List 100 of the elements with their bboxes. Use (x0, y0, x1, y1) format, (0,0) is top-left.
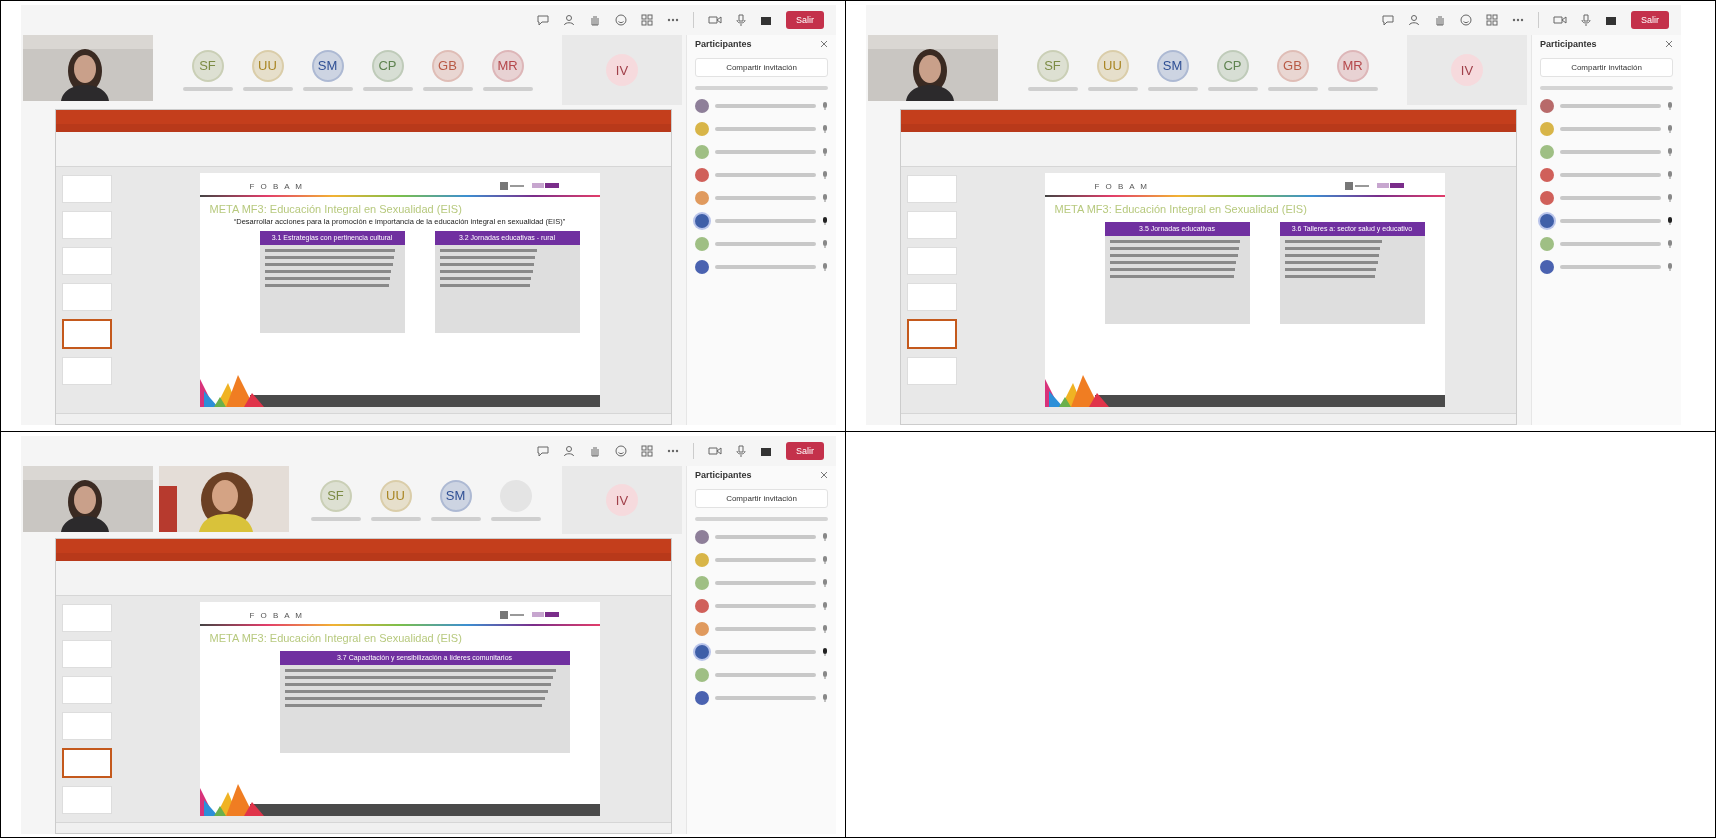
leave-button[interactable]: Salir (1631, 11, 1669, 29)
avatar: SF (191, 49, 224, 82)
chat-icon[interactable] (537, 445, 549, 457)
smiley-icon[interactable] (1460, 14, 1472, 26)
avatar: SF (1036, 49, 1069, 82)
video-tile: IV (1407, 35, 1527, 105)
mic-icon (1667, 194, 1673, 202)
mic-icon (822, 171, 828, 179)
share-icon[interactable] (1605, 14, 1617, 26)
people-icon[interactable] (563, 14, 575, 26)
avatar: GB (431, 49, 464, 82)
camera-icon[interactable] (708, 15, 722, 25)
name-label-drawing (302, 86, 353, 91)
mic-icon (1667, 148, 1673, 156)
grid-icon[interactable] (641, 14, 653, 26)
mic-icon (822, 694, 828, 702)
more-icon[interactable] (667, 449, 679, 453)
close-icon[interactable] (820, 471, 828, 479)
avatar: MR (491, 49, 524, 82)
chat-icon[interactable] (1382, 14, 1394, 26)
grid-icon[interactable] (1486, 14, 1498, 26)
mic-icon (1667, 240, 1673, 248)
avatar: CP (371, 49, 404, 82)
avatar: CP (1216, 49, 1249, 82)
avatar: SF (319, 479, 352, 512)
people-icon[interactable] (1408, 14, 1420, 26)
mic-icon (822, 533, 828, 541)
name-label-drawing (1207, 86, 1258, 91)
close-icon[interactable] (1665, 40, 1673, 48)
mic-icon (822, 102, 828, 110)
name-label-drawing (370, 516, 421, 521)
name-label-drawing (1147, 86, 1198, 91)
slide-thumbnail[interactable] (62, 748, 112, 778)
chat-icon[interactable] (537, 14, 549, 26)
name-label-drawing (1327, 86, 1378, 91)
mic-icon (1667, 125, 1673, 133)
mic-icon[interactable] (1581, 14, 1591, 26)
smiley-icon[interactable] (615, 14, 627, 26)
share-icon[interactable] (760, 445, 772, 457)
name-label-drawing (1027, 86, 1078, 91)
mic-icon (822, 625, 828, 633)
slide-title: META MF3: Educación Integral en Sexualidad (EIS) (208, 631, 463, 646)
mic-icon (1667, 171, 1673, 179)
mic-icon (1667, 102, 1673, 110)
slide-thumbnail[interactable] (907, 319, 957, 349)
invite-button[interactable]: Compartir invitación (695, 489, 828, 508)
logo-icon (499, 181, 560, 191)
mic-icon (822, 240, 828, 248)
name-label-drawing (182, 86, 233, 91)
avatar: UU (251, 49, 284, 82)
close-icon[interactable] (820, 40, 828, 48)
avatar: SM (439, 479, 472, 512)
mic-icon (822, 148, 828, 156)
name-label-drawing (490, 516, 541, 521)
name-label-drawing (242, 86, 293, 91)
avatar: MR (1336, 49, 1369, 82)
name-label-drawing (422, 86, 473, 91)
more-icon[interactable] (667, 18, 679, 22)
people-icon[interactable] (563, 445, 575, 457)
panel-title: Participantes (695, 39, 752, 49)
hand-icon[interactable] (589, 445, 601, 457)
logo-icon (1344, 181, 1405, 191)
camera-icon[interactable] (708, 446, 722, 456)
name-label-drawing (482, 86, 533, 91)
slide-title: META MF3: Educación Integral en Sexualidad (EIS) (208, 202, 463, 217)
leave-button[interactable]: Salir (786, 442, 824, 460)
hand-icon[interactable] (589, 14, 601, 26)
hand-icon[interactable] (1434, 14, 1446, 26)
mic-icon (1667, 263, 1673, 271)
grid-icon[interactable] (641, 445, 653, 457)
name-label-drawing (310, 516, 361, 521)
mic-icon (822, 602, 828, 610)
panel-title: Participantes (695, 470, 752, 480)
camera-icon[interactable] (1553, 15, 1567, 25)
brand-logo: F O B A M (249, 610, 304, 620)
mic-icon (1667, 217, 1673, 225)
mic-icon (822, 648, 828, 656)
more-icon[interactable] (1512, 18, 1524, 22)
mic-icon (822, 217, 828, 225)
invite-button[interactable]: Compartir invitación (1540, 58, 1673, 77)
avatar: SM (311, 49, 344, 82)
name-label-drawing (1267, 86, 1318, 91)
brand-logo: F O B A M (1094, 181, 1149, 191)
invite-button[interactable]: Compartir invitación (695, 58, 828, 77)
mic-icon[interactable] (736, 445, 746, 457)
mic-icon (822, 194, 828, 202)
mic-icon (822, 579, 828, 587)
avatar: UU (1096, 49, 1129, 82)
logo-icon (499, 610, 560, 620)
brand-logo: F O B A M (249, 181, 304, 191)
avatar: GB (1276, 49, 1309, 82)
name-label-drawing (430, 516, 481, 521)
avatar: SM (1156, 49, 1189, 82)
slide-thumbnail[interactable] (62, 319, 112, 349)
mic-icon[interactable] (736, 14, 746, 26)
smiley-icon[interactable] (615, 445, 627, 457)
mic-icon (822, 263, 828, 271)
share-icon[interactable] (760, 14, 772, 26)
mic-icon (822, 125, 828, 133)
leave-button[interactable]: Salir (786, 11, 824, 29)
